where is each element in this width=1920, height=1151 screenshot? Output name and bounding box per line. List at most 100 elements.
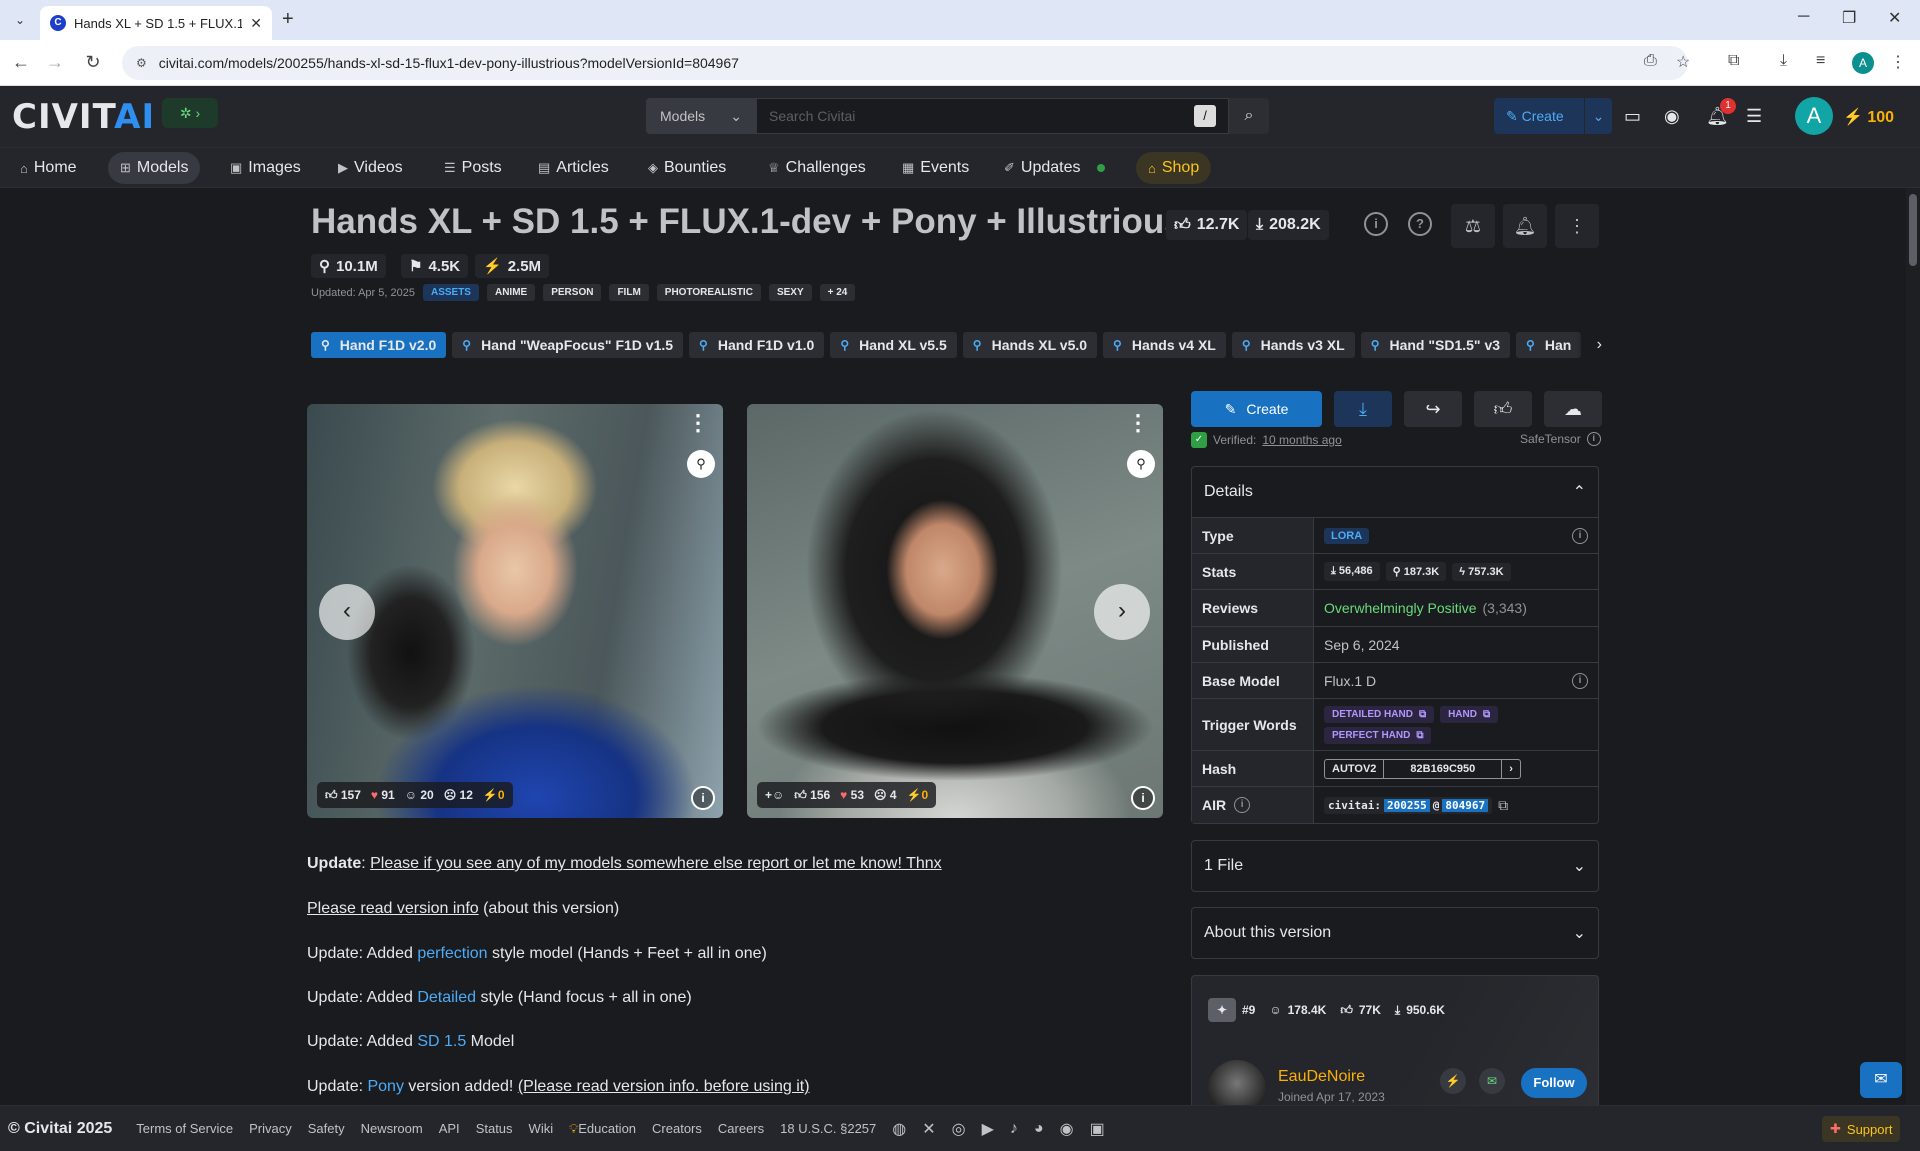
nav-models[interactable]: ⊞ Models (108, 152, 201, 184)
downloads-stat[interactable]: ⤓ 208.2K (1248, 210, 1329, 240)
perfection-link[interactable]: perfection (417, 945, 487, 962)
air-identifier[interactable]: civitai: 200255 @804967 (1324, 796, 1493, 814)
support-button[interactable]: ✚ Support (1822, 1116, 1901, 1142)
version-tab[interactable]: ⚲ Hands v4 XL (1103, 332, 1226, 358)
extensions-icon[interactable]: ⧉ (1728, 52, 1739, 70)
version-tab[interactable]: ⚲ Hand "SD1.5" v3 (1360, 332, 1511, 358)
tag-anime[interactable]: ANIME (486, 284, 536, 301)
footer-link[interactable]: Status (476, 1121, 513, 1136)
footer-link[interactable]: Careers (718, 1121, 764, 1136)
tag-photorealistic[interactable]: PHOTOREALISTIC (656, 284, 761, 301)
hash-box[interactable]: AUTOV2 82B169C950 › (1324, 758, 1521, 779)
eye-icon[interactable]: ◉ (1664, 106, 1680, 127)
user-avatar[interactable]: A (1795, 97, 1833, 135)
tab-close-icon[interactable]: ✕ (250, 15, 262, 32)
about-version-panel[interactable]: About this version ⌄ (1191, 907, 1599, 959)
site-info-icon[interactable]: ⚙ (136, 56, 147, 70)
browser-tab[interactable]: C Hands XL + SD 1.5 + FLUX.1-de ✕ (40, 6, 272, 40)
remix-link-icon[interactable]: ⚲ (1127, 450, 1155, 478)
nav-bounties[interactable]: ◈ Bounties (636, 152, 738, 184)
bookmark-star-icon[interactable]: ☆ (1676, 52, 1690, 72)
version-tab[interactable]: ⚲ Han (1516, 332, 1582, 358)
reddit-icon[interactable]: ◕ (1034, 1120, 1044, 1138)
nav-shop[interactable]: ⌂ Shop (1136, 152, 1212, 184)
install-app-icon[interactable]: ⎙ (1644, 52, 1657, 70)
share-button[interactable]: ↪ (1404, 391, 1462, 427)
creator-name[interactable]: EauDeNoire (1278, 1068, 1365, 1086)
footer-link[interactable]: Creators (652, 1121, 702, 1136)
files-panel[interactable]: 1 File ⌄ (1191, 840, 1599, 892)
download-button[interactable]: ⤓ (1334, 391, 1392, 427)
carousel-prev-button[interactable]: ‹ (319, 584, 375, 640)
footer-link[interactable]: Terms of Service (136, 1121, 233, 1136)
version-tab[interactable]: ⚲ Hands XL v5.0 (962, 332, 1098, 358)
version-tab[interactable]: ⚲ Hand F1D v2.0 (311, 332, 447, 358)
image-info-icon[interactable]: i (691, 786, 715, 810)
help-icon[interactable]: ? (1408, 212, 1432, 236)
page-scrollbar[interactable] (1906, 188, 1920, 1105)
files-header[interactable]: 1 File ⌄ (1192, 841, 1598, 891)
forward-icon[interactable]: → (44, 52, 66, 73)
instagram-icon[interactable]: ◎ (952, 1119, 966, 1139)
search-input[interactable]: Search Civitai / (756, 98, 1229, 134)
search-icon[interactable]: ⌕ (1229, 98, 1269, 134)
nav-articles[interactable]: ▤ Articles (526, 152, 621, 184)
x-twitter-icon[interactable]: ✕ (922, 1119, 935, 1139)
footer-link[interactable]: 18 U.S.C. §2257 (780, 1121, 876, 1136)
add-reaction-icon[interactable]: +☺ (765, 788, 784, 802)
version-tab[interactable]: ⚲ Hand F1D v1.0 (689, 332, 825, 358)
buzz-balance[interactable]: ⚡ 100 (1843, 107, 1894, 127)
tag-person[interactable]: PERSON (543, 284, 602, 301)
pony-version-info-link[interactable]: (Please read version info. before using … (518, 1078, 810, 1095)
version-tab[interactable]: ⚲ Hand "WeapFocus" F1D v1.5 (452, 332, 684, 358)
address-bar[interactable]: ⚙ civitai.com/models/200255/hands-xl-sd-… (122, 46, 1688, 80)
search-category-select[interactable]: Models ⌄ (646, 98, 756, 134)
media-controls-icon[interactable]: ≡ (1816, 52, 1825, 70)
chat-support-icon[interactable]: ✉ (1860, 1062, 1902, 1098)
nav-home[interactable]: ⌂ Home (8, 152, 89, 184)
version-info-link[interactable]: Please read version info (307, 900, 479, 917)
reaction-cry[interactable]: ☹ 4 (874, 788, 897, 802)
nav-challenges[interactable]: ♕ Challenges (756, 152, 878, 184)
trigger-word[interactable]: PERFECT HAND ⧉ (1324, 726, 1432, 744)
new-tab-icon[interactable]: + (282, 8, 294, 31)
minimize-icon[interactable]: ─ (1798, 8, 1809, 26)
versions-scroll-right-icon[interactable]: › (1576, 332, 1602, 358)
browser-menu-icon[interactable]: ⋮ (1890, 52, 1906, 72)
footer-link-education[interactable]: 💡︎Education (569, 1121, 636, 1137)
version-tab[interactable]: ⚲ Hand XL v5.5 (830, 332, 957, 358)
github-icon[interactable]: ◉ (1060, 1119, 1074, 1139)
nav-events[interactable]: ▦ Events (890, 152, 981, 184)
remix-link-icon[interactable]: ⚲ (687, 450, 715, 478)
trigger-word[interactable]: DETAILED HAND ⧉ (1324, 705, 1435, 723)
tag-assets[interactable]: ASSETS (422, 284, 479, 301)
info-icon[interactable]: i (1572, 527, 1588, 544)
footer-link[interactable]: Newsroom (361, 1121, 423, 1136)
back-icon[interactable]: ← (10, 52, 32, 73)
window-close-icon[interactable]: ✕ (1888, 8, 1901, 28)
footer-link[interactable]: API (439, 1121, 460, 1136)
reaction-cry[interactable]: ☹ 12 (444, 788, 473, 802)
reaction-buzz[interactable]: ⚡0 (907, 788, 929, 802)
more-options-icon[interactable]: ⋮ (1555, 204, 1599, 248)
footer-link[interactable]: Wiki (529, 1121, 554, 1136)
gavel-icon[interactable]: ⚖ (1451, 204, 1495, 248)
footer-link[interactable]: Safety (308, 1121, 345, 1136)
tag-sexy[interactable]: SEXY (768, 284, 812, 301)
tag-more[interactable]: + 24 (819, 284, 856, 301)
browser-profile-avatar[interactable]: A (1852, 52, 1874, 74)
civitai-logo[interactable]: CIVITAI (12, 100, 155, 134)
trigger-word[interactable]: HAND ⧉ (1440, 705, 1499, 723)
scrollbar-thumb[interactable] (1909, 194, 1917, 266)
carousel-next-button[interactable]: › (1094, 584, 1150, 640)
twitch-icon[interactable]: ▣ (1090, 1119, 1105, 1139)
report-link[interactable]: Please if you see any of my models somew… (370, 855, 942, 872)
version-tab[interactable]: ⚲ Hands v3 XL (1231, 332, 1355, 358)
creator-avatar[interactable] (1208, 1060, 1266, 1105)
about-version-header[interactable]: About this version ⌄ (1192, 908, 1598, 958)
youtube-icon[interactable]: ▶ (982, 1119, 994, 1139)
reaction-buzz[interactable]: ⚡0 (483, 788, 505, 802)
tip-buzz-icon[interactable]: ⚡ (1440, 1068, 1466, 1094)
follow-button[interactable]: Follow (1521, 1068, 1587, 1098)
info-icon[interactable]: i (1364, 212, 1388, 236)
